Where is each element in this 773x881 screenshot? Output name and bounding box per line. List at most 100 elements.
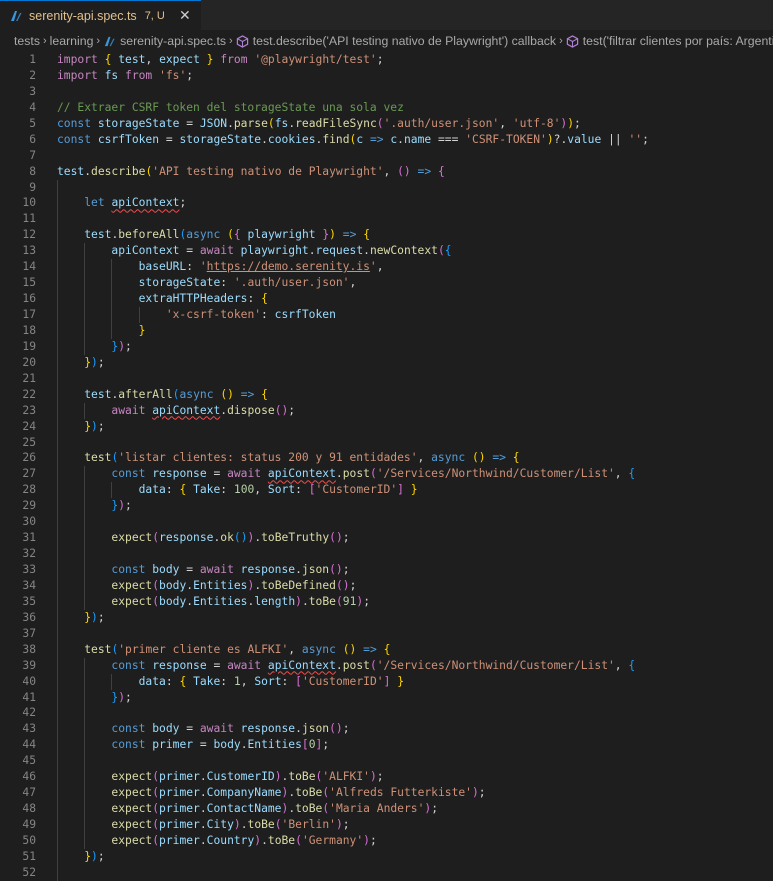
line-number: 27 bbox=[22, 467, 36, 481]
code-line[interactable]: 18 } bbox=[0, 322, 773, 339]
code-token: value bbox=[567, 132, 602, 146]
code-line[interactable]: 4 // Extraer CSRF token del storageState … bbox=[0, 100, 773, 116]
code-token: toBe bbox=[247, 818, 275, 831]
indent-guide bbox=[57, 705, 58, 722]
code-line[interactable]: 12 test.beforeAll(async ({ playwright })… bbox=[0, 227, 773, 244]
code-line[interactable]: 24 }); bbox=[0, 418, 773, 435]
code-line[interactable]: 40 data: { Take: 1, Sort: ['CustomerID']… bbox=[0, 673, 773, 690]
code-line[interactable]: 43 const body = await response.json(); bbox=[0, 721, 773, 738]
code-token: ] bbox=[397, 483, 404, 497]
code-token: , bbox=[240, 674, 255, 688]
code-line[interactable]: 42 bbox=[0, 705, 773, 722]
code-line[interactable]: 37 bbox=[0, 625, 773, 642]
code-line[interactable]: 3 bbox=[0, 84, 773, 100]
code-line[interactable]: 27 const response = await apiContext.pos… bbox=[0, 466, 773, 483]
close-icon[interactable]: ✕ bbox=[177, 7, 193, 24]
code-token: apiContext bbox=[267, 658, 336, 672]
code-token: () bbox=[335, 578, 350, 592]
code-line[interactable]: 15 storageState: '.auth/user.json', bbox=[0, 275, 773, 292]
code-line[interactable]: 36 }); bbox=[0, 609, 773, 626]
code-editor[interactable]: 1 import { test, expect } from '@playwrig… bbox=[0, 52, 773, 881]
code-line[interactable]: 38 test('primer cliente es ALFKI', async… bbox=[0, 641, 773, 658]
code-line[interactable]: 20 }); bbox=[0, 354, 773, 371]
code-line[interactable]: 10 let apiContext; bbox=[0, 195, 773, 212]
code-token: ; bbox=[125, 690, 132, 704]
code-line[interactable]: 14 baseURL: 'https://demo.serenity.is', bbox=[0, 259, 773, 276]
code-line[interactable]: 21 bbox=[0, 370, 773, 387]
code-token: { bbox=[383, 642, 391, 656]
code-line[interactable]: 11 bbox=[0, 211, 773, 228]
breadcrumb-item-file[interactable]: serenity-api.spec.ts bbox=[103, 34, 226, 48]
code-token: === bbox=[431, 132, 466, 146]
code-token: . bbox=[295, 722, 302, 736]
line-number: 25 bbox=[22, 435, 36, 449]
code-line[interactable]: 23 await apiContext.dispose(); bbox=[0, 402, 773, 419]
code-line[interactable]: 31 expect(response.ok()).toBeTruthy(); bbox=[0, 530, 773, 547]
code-text: await apiContext.dispose(); bbox=[57, 402, 773, 419]
code-text: test.afterAll(async () => { bbox=[57, 386, 773, 403]
code-token: primer bbox=[159, 802, 200, 816]
code-token: storageState bbox=[179, 132, 262, 146]
code-line[interactable]: 16 extraHTTPHeaders: { bbox=[0, 291, 773, 307]
code-line[interactable]: 13 apiContext = await playwright.request… bbox=[0, 243, 773, 260]
breadcrumb-item-learning[interactable]: learning bbox=[50, 34, 94, 48]
code-line[interactable]: 29 }); bbox=[0, 498, 773, 515]
code-line[interactable]: 48 expect(primer.ContactName).toBe('Mari… bbox=[0, 801, 773, 817]
code-line[interactable]: 17 'x-csrf-token': csrfToken bbox=[0, 307, 773, 323]
code-token: 1 bbox=[233, 674, 241, 688]
code-token: const bbox=[57, 116, 92, 130]
code-line[interactable]: 50 expect(primer.Country).toBe('Germany'… bbox=[0, 832, 773, 849]
code-token: let bbox=[84, 196, 105, 210]
code-line[interactable]: 19 }); bbox=[0, 338, 773, 355]
code-line[interactable]: 35 expect(body.Entities.length).toBe(91)… bbox=[0, 593, 773, 610]
code-token: , bbox=[383, 164, 398, 178]
code-line[interactable]: 39 const response = await apiContext.pos… bbox=[0, 657, 773, 674]
breadcrumb-item-describe[interactable]: test.describe('API testing nativo de Pla… bbox=[236, 34, 556, 48]
code-line[interactable]: 32 bbox=[0, 546, 773, 562]
code-line[interactable]: 28 data: { Take: 100, Sort: ['CustomerID… bbox=[0, 482, 773, 499]
code-line[interactable]: 7 bbox=[0, 148, 773, 164]
code-token: body bbox=[159, 578, 187, 592]
code-line[interactable]: 52 bbox=[0, 864, 773, 881]
line-number: 15 bbox=[22, 276, 36, 290]
indent-guide bbox=[84, 753, 86, 770]
code-line[interactable]: 47 expect(primer.CompanyName).toBe('Alfr… bbox=[0, 785, 773, 802]
code-line[interactable]: 25 bbox=[0, 434, 773, 451]
code-line[interactable]: 49 expect(primer.City).toBe('Berlin'); bbox=[0, 817, 773, 833]
code-line[interactable]: 8 test.describe('API testing nativo de Pl… bbox=[0, 164, 773, 180]
code-token: . bbox=[240, 738, 248, 752]
code-line[interactable]: 34 expect(body.Entities).toBeDefined(); bbox=[0, 577, 773, 594]
code-token: response bbox=[159, 531, 214, 545]
code-line[interactable]: 22 test.afterAll(async () => { bbox=[0, 386, 773, 403]
code-line[interactable]: 33 const body = await response.json(); bbox=[0, 562, 773, 578]
code-line[interactable]: 45 bbox=[0, 753, 773, 770]
breadcrumb-item-tests[interactable]: tests bbox=[14, 34, 40, 48]
code-token: ) bbox=[233, 818, 241, 831]
code-line[interactable]: 26 test('listar clientes: status 200 y 9… bbox=[0, 450, 773, 467]
code-line[interactable]: 46 expect(primer.CustomerID).toBe('ALFKI… bbox=[0, 769, 773, 786]
code-token: test bbox=[111, 53, 146, 66]
code-token: apiContext bbox=[152, 403, 221, 417]
code-token: apiContext bbox=[111, 196, 180, 210]
code-line[interactable]: 6 const csrfToken = storageState.cookies.… bbox=[0, 132, 773, 148]
breadcrumb-test-label: test('filtrar clientes por país: Argenti… bbox=[582, 34, 773, 48]
editor-tab[interactable]: serenity-api.spec.ts 7, U ✕ bbox=[0, 0, 201, 30]
code-line[interactable]: 1 import { test, expect } from '@playwrig… bbox=[0, 52, 773, 68]
line-number: 35 bbox=[22, 594, 36, 608]
code-line[interactable]: 41 }); bbox=[0, 689, 773, 706]
code-token: () bbox=[274, 403, 289, 417]
code-line[interactable]: 51 }); bbox=[0, 848, 773, 865]
code-line[interactable]: 2 import fs from 'fs'; bbox=[0, 68, 773, 84]
code-line[interactable]: 30 bbox=[0, 514, 773, 531]
code-line[interactable]: 9 bbox=[0, 179, 773, 196]
code-line[interactable]: 5 const storageState = JSON.parse(fs.read… bbox=[0, 116, 773, 132]
tab-bar-empty-area bbox=[201, 0, 773, 30]
code-token: ; bbox=[363, 594, 371, 608]
breadcrumb-item-test[interactable]: test('filtrar clientes por país: Argenti… bbox=[566, 34, 773, 48]
code-line[interactable]: 44 const primer = body.Entities[0]; bbox=[0, 737, 773, 754]
